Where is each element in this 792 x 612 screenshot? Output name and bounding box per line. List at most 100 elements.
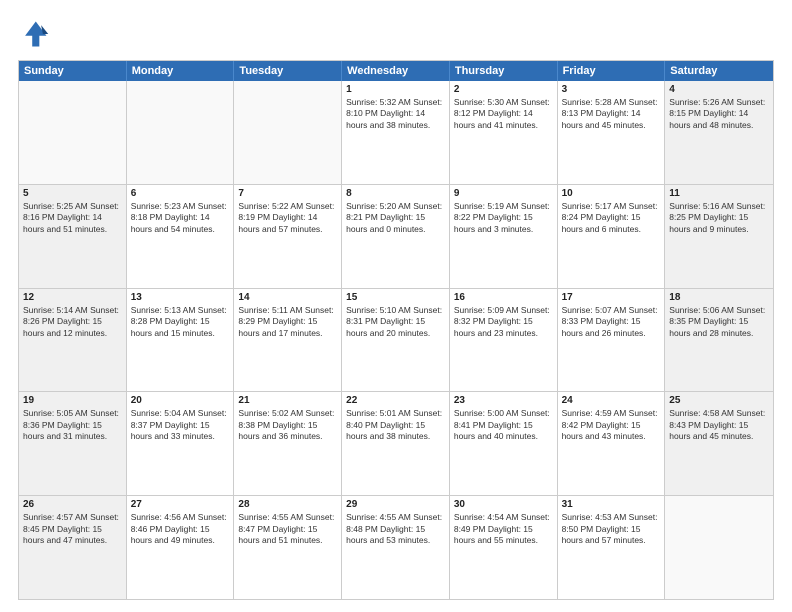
day-info: Sunrise: 5:28 AM Sunset: 8:13 PM Dayligh… [562,97,661,131]
day-info: Sunrise: 5:23 AM Sunset: 8:18 PM Dayligh… [131,201,230,235]
calendar-week-3: 12 Sunrise: 5:14 AM Sunset: 8:26 PM Dayli… [19,288,773,392]
day-info: Sunrise: 4:58 AM Sunset: 8:43 PM Dayligh… [669,408,769,442]
calendar-day: 31 Sunrise: 4:53 AM Sunset: 8:50 PM Dayli… [558,496,666,599]
day-info: Sunrise: 5:22 AM Sunset: 8:19 PM Dayligh… [238,201,337,235]
day-info: Sunrise: 5:02 AM Sunset: 8:38 PM Dayligh… [238,408,337,442]
day-number: 13 [131,292,230,303]
calendar-day: 28 Sunrise: 4:55 AM Sunset: 8:47 PM Dayli… [234,496,342,599]
calendar-day: 30 Sunrise: 4:54 AM Sunset: 8:49 PM Dayli… [450,496,558,599]
calendar-day: 16Sunrise: 5:09 AM Sunset: 8:32 PM Dayli… [450,289,558,392]
day-of-week-sunday: Sunday [19,61,127,81]
calendar-day: 20Sunrise: 5:04 AM Sunset: 8:37 PM Dayli… [127,392,235,495]
day-info: Sunrise: 5:10 AM Sunset: 8:31 PM Dayligh… [346,305,445,339]
day-number: 22 [346,395,445,406]
calendar-day: 15 Sunrise: 5:10 AM Sunset: 8:31 PM Dayli… [342,289,450,392]
day-info: Sunrise: 5:19 AM Sunset: 8:22 PM Dayligh… [454,201,553,235]
calendar-week-1: 1Sunrise: 5:32 AM Sunset: 8:10 PM Daylig… [19,81,773,184]
calendar-day: 17 Sunrise: 5:07 AM Sunset: 8:33 PM Dayli… [558,289,666,392]
calendar-day [127,81,235,184]
day-info: Sunrise: 4:54 AM Sunset: 8:49 PM Dayligh… [454,512,553,546]
day-number: 11 [669,188,769,199]
day-info: Sunrise: 5:06 AM Sunset: 8:35 PM Dayligh… [669,305,769,339]
day-info: Sunrise: 4:55 AM Sunset: 8:48 PM Dayligh… [346,512,445,546]
day-info: Sunrise: 5:32 AM Sunset: 8:10 PM Dayligh… [346,97,445,131]
calendar-day [234,81,342,184]
calendar-day: 18Sunrise: 5:06 AM Sunset: 8:35 PM Dayli… [665,289,773,392]
day-number: 24 [562,395,661,406]
day-info: Sunrise: 5:14 AM Sunset: 8:26 PM Dayligh… [23,305,122,339]
calendar-day: 10 Sunrise: 5:17 AM Sunset: 8:24 PM Dayli… [558,185,666,288]
calendar-day: 12 Sunrise: 5:14 AM Sunset: 8:26 PM Dayli… [19,289,127,392]
calendar-day: 3 Sunrise: 5:28 AM Sunset: 8:13 PM Daylig… [558,81,666,184]
day-number: 25 [669,395,769,406]
calendar-week-4: 19Sunrise: 5:05 AM Sunset: 8:36 PM Dayli… [19,391,773,495]
day-info: Sunrise: 4:53 AM Sunset: 8:50 PM Dayligh… [562,512,661,546]
calendar-body: 1Sunrise: 5:32 AM Sunset: 8:10 PM Daylig… [19,81,773,599]
day-info: Sunrise: 5:26 AM Sunset: 8:15 PM Dayligh… [669,97,769,131]
calendar-day [19,81,127,184]
day-info: Sunrise: 5:05 AM Sunset: 8:36 PM Dayligh… [23,408,122,442]
day-info: Sunrise: 4:55 AM Sunset: 8:47 PM Dayligh… [238,512,337,546]
day-number: 17 [562,292,661,303]
day-info: Sunrise: 5:09 AM Sunset: 8:32 PM Dayligh… [454,305,553,339]
day-of-week-thursday: Thursday [450,61,558,81]
day-number: 3 [562,84,661,95]
calendar: SundayMondayTuesdayWednesdayThursdayFrid… [18,60,774,600]
day-info: Sunrise: 4:59 AM Sunset: 8:42 PM Dayligh… [562,408,661,442]
calendar-day: 26 Sunrise: 4:57 AM Sunset: 8:45 PM Dayli… [19,496,127,599]
calendar-day: 5 Sunrise: 5:25 AM Sunset: 8:16 PM Daylig… [19,185,127,288]
calendar-day: 7 Sunrise: 5:22 AM Sunset: 8:19 PM Daylig… [234,185,342,288]
day-info: Sunrise: 5:13 AM Sunset: 8:28 PM Dayligh… [131,305,230,339]
day-info: Sunrise: 5:25 AM Sunset: 8:16 PM Dayligh… [23,201,122,235]
day-number: 30 [454,499,553,510]
day-info: Sunrise: 5:11 AM Sunset: 8:29 PM Dayligh… [238,305,337,339]
calendar-day: 4Sunrise: 5:26 AM Sunset: 8:15 PM Daylig… [665,81,773,184]
calendar-day: 2 Sunrise: 5:30 AM Sunset: 8:12 PM Daylig… [450,81,558,184]
day-number: 31 [562,499,661,510]
day-info: Sunrise: 5:01 AM Sunset: 8:40 PM Dayligh… [346,408,445,442]
day-info: Sunrise: 5:16 AM Sunset: 8:25 PM Dayligh… [669,201,769,235]
calendar-day: 25 Sunrise: 4:58 AM Sunset: 8:43 PM Dayli… [665,392,773,495]
day-number: 20 [131,395,230,406]
day-info: Sunrise: 5:30 AM Sunset: 8:12 PM Dayligh… [454,97,553,131]
day-of-week-monday: Monday [127,61,235,81]
calendar-day: 14 Sunrise: 5:11 AM Sunset: 8:29 PM Dayli… [234,289,342,392]
day-number: 12 [23,292,122,303]
day-number: 7 [238,188,337,199]
day-number: 26 [23,499,122,510]
logo-icon [18,18,50,50]
calendar-day: 9 Sunrise: 5:19 AM Sunset: 8:22 PM Daylig… [450,185,558,288]
day-info: Sunrise: 4:57 AM Sunset: 8:45 PM Dayligh… [23,512,122,546]
day-number: 29 [346,499,445,510]
day-info: Sunrise: 5:07 AM Sunset: 8:33 PM Dayligh… [562,305,661,339]
day-number: 8 [346,188,445,199]
day-of-week-tuesday: Tuesday [234,61,342,81]
day-of-week-wednesday: Wednesday [342,61,450,81]
day-of-week-saturday: Saturday [665,61,773,81]
day-info: Sunrise: 5:17 AM Sunset: 8:24 PM Dayligh… [562,201,661,235]
day-info: Sunrise: 5:00 AM Sunset: 8:41 PM Dayligh… [454,408,553,442]
day-number: 23 [454,395,553,406]
calendar-week-2: 5 Sunrise: 5:25 AM Sunset: 8:16 PM Daylig… [19,184,773,288]
day-info: Sunrise: 4:56 AM Sunset: 8:46 PM Dayligh… [131,512,230,546]
day-of-week-friday: Friday [558,61,666,81]
day-number: 2 [454,84,553,95]
logo [18,18,54,50]
calendar-day: 21 Sunrise: 5:02 AM Sunset: 8:38 PM Dayli… [234,392,342,495]
calendar-day: 24 Sunrise: 4:59 AM Sunset: 8:42 PM Dayli… [558,392,666,495]
day-number: 9 [454,188,553,199]
day-number: 21 [238,395,337,406]
header [18,18,774,50]
day-number: 5 [23,188,122,199]
calendar-day: 1Sunrise: 5:32 AM Sunset: 8:10 PM Daylig… [342,81,450,184]
day-number: 15 [346,292,445,303]
calendar-day: 22 Sunrise: 5:01 AM Sunset: 8:40 PM Dayli… [342,392,450,495]
day-number: 10 [562,188,661,199]
calendar-day: 6Sunrise: 5:23 AM Sunset: 8:18 PM Daylig… [127,185,235,288]
calendar-day: 19Sunrise: 5:05 AM Sunset: 8:36 PM Dayli… [19,392,127,495]
calendar-day: 23 Sunrise: 5:00 AM Sunset: 8:41 PM Dayli… [450,392,558,495]
day-number: 28 [238,499,337,510]
calendar-week-5: 26 Sunrise: 4:57 AM Sunset: 8:45 PM Dayli… [19,495,773,599]
calendar-day [665,496,773,599]
day-number: 14 [238,292,337,303]
